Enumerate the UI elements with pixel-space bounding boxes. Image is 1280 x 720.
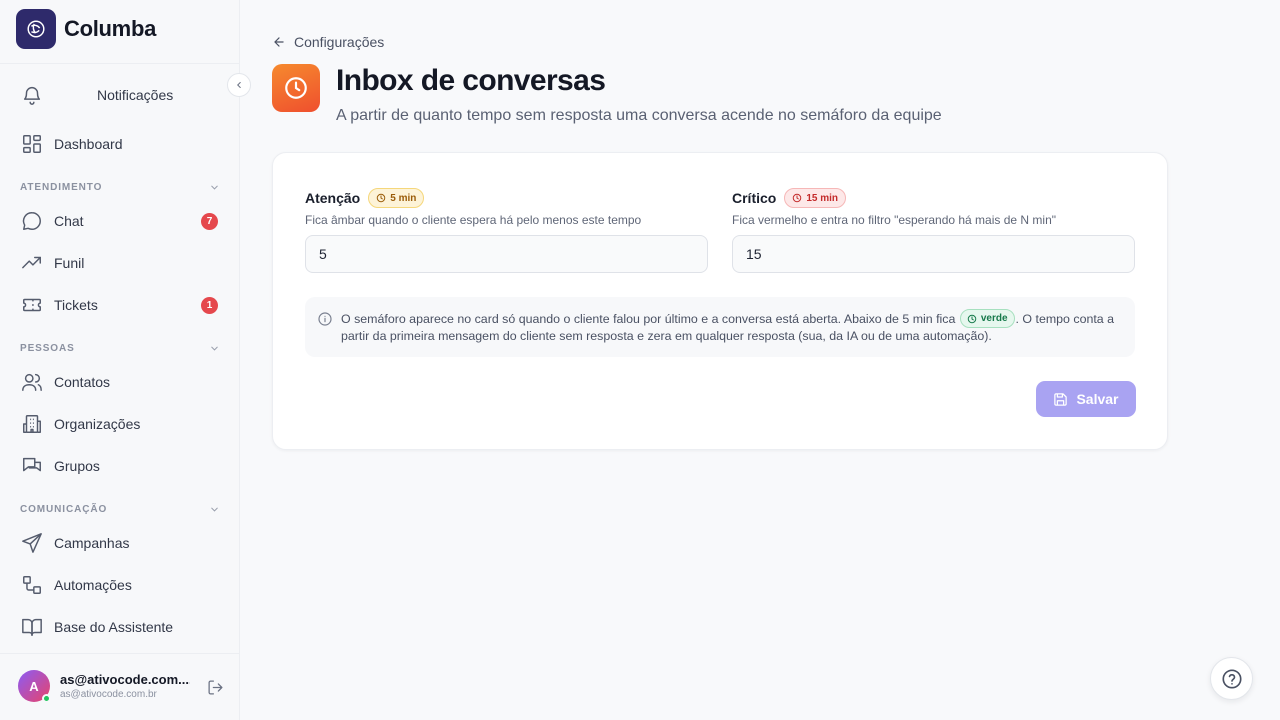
sidebar-item-label: Automações	[54, 577, 132, 593]
sidebar-item-label: Campanhas	[54, 535, 130, 551]
attention-minutes-input[interactable]	[305, 235, 708, 273]
chevron-left-icon	[237, 81, 241, 89]
settings-card: Atenção 5 min Fica âmbar quando o client…	[272, 152, 1168, 450]
info-icon	[318, 312, 332, 326]
sidebar-item-label: Grupos	[54, 458, 100, 474]
sidebar-item-contatos[interactable]: Contatos	[20, 367, 220, 397]
question-icon	[1221, 668, 1242, 689]
critical-field: Crítico 15 min Fica vermelho e entra no …	[732, 188, 1135, 273]
sidebar-item-grupos[interactable]: Grupos	[20, 451, 220, 481]
trend-icon	[20, 251, 44, 275]
chevron-down-icon	[211, 346, 218, 351]
section-atendimento[interactable]: ATENDIMENTO	[20, 180, 220, 194]
critical-title: Crítico	[732, 190, 777, 206]
sidebar-item-automacoes[interactable]: Automações	[20, 570, 220, 600]
critical-pill: 15 min	[784, 188, 847, 208]
logo-icon	[16, 8, 56, 49]
back-link-label: Configurações	[294, 34, 385, 50]
sidebar: Columba Notificações Dashboard ATENDIMEN…	[0, 0, 251, 720]
sidebar-item-label: Chat	[54, 213, 84, 229]
users-icon	[20, 370, 44, 394]
collapse-sidebar-button[interactable]	[227, 73, 251, 97]
clock-icon	[376, 193, 386, 203]
sidebar-item-chat[interactable]: Chat 7	[20, 206, 220, 236]
brand[interactable]: Columba	[16, 8, 156, 49]
bell-icon	[20, 83, 44, 107]
avatar[interactable]: A	[18, 670, 51, 703]
attention-pill: 5 min	[368, 188, 425, 208]
user-email: as@ativocode.com.br	[60, 689, 157, 700]
building-icon	[20, 412, 44, 436]
divider	[0, 653, 239, 654]
sidebar-item-campanhas[interactable]: Campanhas	[20, 528, 220, 558]
book-icon	[20, 615, 44, 639]
attention-title: Atenção	[305, 190, 361, 206]
info-text-before: O semáforo aparece no card só quando o c…	[341, 312, 956, 326]
sidebar-item-label: Notificações	[97, 87, 174, 103]
attention-description: Fica âmbar quando o cliente espera há pe…	[305, 213, 642, 227]
critical-minutes-input[interactable]	[732, 235, 1135, 273]
unread-badge: 7	[201, 213, 218, 230]
sidebar-item-organizacoes[interactable]: Organizações	[20, 409, 220, 439]
chevron-down-icon	[211, 507, 218, 512]
brand-name: Columba	[64, 15, 157, 41]
sidebar-item-label: Dashboard	[54, 136, 123, 152]
page-subtitle: A partir de quanto tempo sem resposta um…	[336, 107, 942, 124]
sidebar-item-label: Contatos	[54, 374, 111, 390]
section-label: COMUNICAÇÃO	[20, 503, 108, 515]
critical-description: Fica vermelho e entra no filtro "esperan…	[732, 213, 1057, 227]
section-pessoas[interactable]: PESSOAS	[20, 341, 220, 355]
sidebar-item-dashboard[interactable]: Dashboard	[20, 129, 220, 159]
arrow-left-icon	[274, 37, 284, 47]
avatar-initial: A	[29, 678, 39, 694]
send-icon	[20, 531, 44, 555]
sidebar-item-tickets[interactable]: Tickets 1	[20, 290, 220, 320]
divider	[0, 63, 239, 64]
green-pill-label: verde	[980, 313, 1008, 325]
save-icon	[1054, 392, 1068, 406]
section-comunicacao[interactable]: COMUNICAÇÃO	[20, 502, 220, 516]
clock-icon	[272, 64, 320, 112]
section-label: PESSOAS	[20, 342, 75, 354]
sidebar-item-label: Tickets	[54, 297, 98, 313]
info-text: O semáforo aparece no card só quando o c…	[341, 309, 1121, 345]
sidebar-item-label: Organizações	[54, 416, 141, 432]
workflow-icon	[20, 573, 44, 597]
online-status-dot	[42, 694, 51, 703]
critical-pill-label: 15 min	[806, 192, 839, 204]
back-link[interactable]: Configurações	[272, 33, 384, 51]
unread-badge: 1	[201, 297, 218, 314]
save-button[interactable]: Salvar	[1036, 381, 1136, 417]
info-box: O semáforo aparece no card só quando o c…	[305, 297, 1135, 357]
help-button[interactable]	[1210, 657, 1253, 700]
sidebar-item-base-assistente[interactable]: Base do Assistente	[20, 612, 220, 642]
save-button-label: Salvar	[1076, 391, 1119, 407]
sidebar-item-funil[interactable]: Funil	[20, 248, 220, 278]
grid-icon	[20, 132, 44, 156]
messages-icon	[20, 454, 44, 478]
attention-pill-label: 5 min	[390, 192, 417, 204]
logout-button[interactable]	[204, 676, 226, 698]
page-title: Inbox de conversas	[336, 64, 606, 97]
attention-field: Atenção 5 min Fica âmbar quando o client…	[305, 188, 708, 273]
sidebar-item-label: Base do Assistente	[54, 619, 174, 635]
logout-icon	[207, 679, 223, 695]
clock-icon	[967, 314, 977, 323]
section-label: ATENDIMENTO	[20, 181, 103, 193]
user-name: as@ativocode.com....	[60, 672, 190, 687]
chevron-down-icon	[211, 185, 218, 190]
ticket-icon	[20, 293, 44, 317]
clock-icon	[793, 193, 802, 203]
green-pill: verde	[959, 309, 1015, 329]
chat-bubble-icon	[20, 209, 44, 233]
sidebar-item-label: Funil	[54, 255, 85, 271]
